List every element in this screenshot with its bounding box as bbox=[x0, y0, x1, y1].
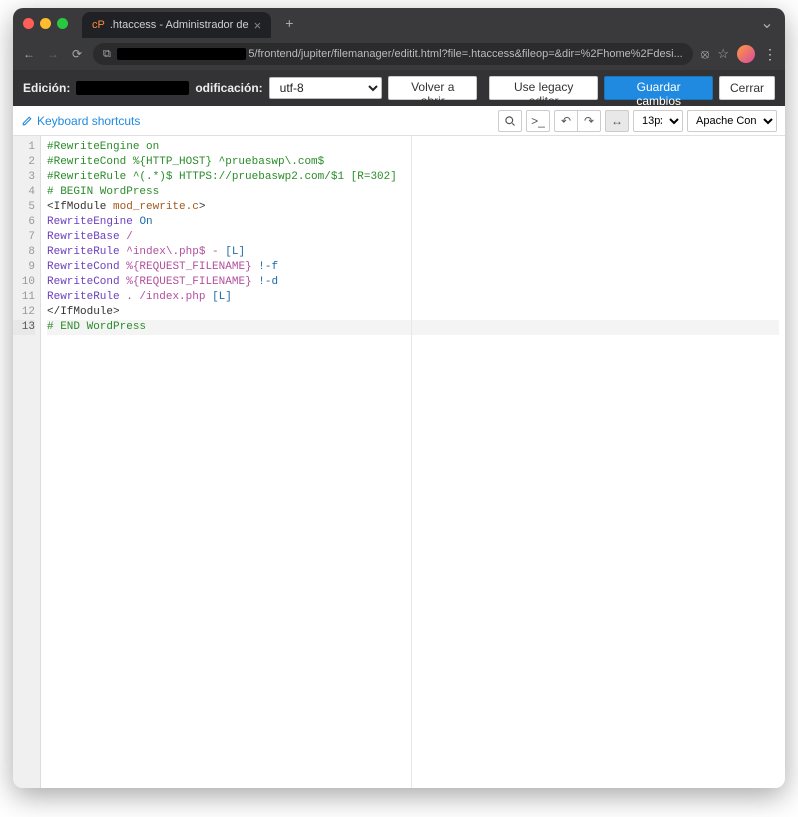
browser-toolbar: ← → ⟳ ⧉ 5/frontend/jupiter/filemanager/e… bbox=[13, 38, 785, 70]
line-number: 7 bbox=[13, 230, 35, 245]
bookmark-star-icon[interactable]: ☆ bbox=[717, 46, 729, 62]
cpanel-favicon-icon: cP bbox=[92, 19, 105, 31]
line-number: 10 bbox=[13, 275, 35, 290]
line-number: 9 bbox=[13, 260, 35, 275]
codificacion-label: odificación: bbox=[195, 81, 262, 95]
edicion-label: Edición: bbox=[23, 81, 70, 95]
reopen-button[interactable]: Volver a abrir bbox=[388, 76, 477, 100]
code-line[interactable]: RewriteEngine On bbox=[47, 215, 779, 230]
code-line[interactable]: # END WordPress bbox=[47, 320, 779, 335]
code-line[interactable]: RewriteRule . /index.php [L] bbox=[47, 290, 779, 305]
window-close-icon[interactable] bbox=[23, 18, 34, 29]
code-line[interactable]: #RewriteEngine on bbox=[47, 140, 779, 155]
line-number: 12 bbox=[13, 305, 35, 320]
site-info-icon[interactable]: ⧉ bbox=[103, 48, 111, 61]
tab-close-icon[interactable]: × bbox=[254, 18, 262, 33]
edit-icon bbox=[21, 115, 33, 127]
code-line[interactable]: #RewriteRule ^(.*)$ HTTPS://pruebaswp2.c… bbox=[47, 170, 779, 185]
line-number: 6 bbox=[13, 215, 35, 230]
browser-tab[interactable]: cP .htaccess - Administrador de × bbox=[82, 12, 271, 38]
browser-menu-icon[interactable]: ⋮ bbox=[763, 46, 777, 63]
save-button[interactable]: Guardar cambios bbox=[604, 76, 713, 100]
line-number: 5 bbox=[13, 200, 35, 215]
code-line[interactable]: RewriteCond %{REQUEST_FILENAME} !-f bbox=[47, 260, 779, 275]
line-number: 11 bbox=[13, 290, 35, 305]
code-editor[interactable]: 12345678910111213 #RewriteEngine on#Rewr… bbox=[13, 136, 785, 788]
console-icon[interactable]: >_ bbox=[526, 110, 550, 132]
search-icon[interactable] bbox=[498, 110, 522, 132]
tab-title: .htaccess - Administrador de bbox=[110, 19, 249, 31]
line-number: 3 bbox=[13, 170, 35, 185]
keyboard-shortcuts-link[interactable]: Keyboard shortcuts bbox=[21, 114, 140, 128]
profile-avatar-icon[interactable] bbox=[737, 45, 755, 63]
redo-icon[interactable]: ↷ bbox=[577, 110, 601, 132]
browser-window: cP .htaccess - Administrador de × + ⌄ ← … bbox=[13, 8, 785, 788]
line-number: 1 bbox=[13, 140, 35, 155]
new-tab-icon[interactable]: + bbox=[285, 15, 293, 31]
line-number: 8 bbox=[13, 245, 35, 260]
chevron-down-icon[interactable]: ⌄ bbox=[759, 13, 775, 33]
legacy-editor-button[interactable]: Use legacy editor bbox=[489, 76, 598, 100]
code-area[interactable]: #RewriteEngine on#RewriteCond %{HTTP_HOS… bbox=[41, 136, 785, 788]
line-number: 13 bbox=[13, 320, 35, 335]
code-line[interactable]: #RewriteCond %{HTTP_HOST} ^pruebaswp\.co… bbox=[47, 155, 779, 170]
print-margin-line bbox=[411, 136, 412, 788]
code-line[interactable]: <IfModule mod_rewrite.c> bbox=[47, 200, 779, 215]
url-path: 5/frontend/jupiter/filemanager/editit.ht… bbox=[248, 48, 682, 60]
line-number-gutter: 12345678910111213 bbox=[13, 136, 41, 788]
editor-appbar: Edición: odificación: utf-8 Volver a abr… bbox=[13, 70, 785, 106]
syntax-mode-select[interactable]: Apache Conf bbox=[687, 110, 777, 132]
redacted-path bbox=[76, 81, 189, 95]
wrap-toggle-icon[interactable]: ↔ bbox=[605, 110, 629, 132]
close-button[interactable]: Cerrar bbox=[719, 76, 775, 100]
back-icon[interactable]: ← bbox=[21, 47, 37, 61]
code-line[interactable]: RewriteCond %{REQUEST_FILENAME} !-d bbox=[47, 275, 779, 290]
window-minimize-icon[interactable] bbox=[40, 18, 51, 29]
forward-icon[interactable]: → bbox=[45, 47, 61, 61]
code-line[interactable]: # BEGIN WordPress bbox=[47, 185, 779, 200]
window-maximize-icon[interactable] bbox=[57, 18, 68, 29]
reload-icon[interactable]: ⟳ bbox=[69, 47, 85, 61]
undo-icon[interactable]: ↶ bbox=[554, 110, 578, 132]
line-number: 4 bbox=[13, 185, 35, 200]
window-titlebar: cP .htaccess - Administrador de × + ⌄ bbox=[13, 8, 785, 38]
code-line[interactable]: RewriteRule ^index\.php$ - [L] bbox=[47, 245, 779, 260]
font-size-select[interactable]: 13px bbox=[633, 110, 683, 132]
code-line[interactable]: RewriteBase / bbox=[47, 230, 779, 245]
code-line[interactable]: </IfModule> bbox=[47, 305, 779, 320]
address-bar[interactable]: ⧉ 5/frontend/jupiter/filemanager/editit.… bbox=[93, 43, 693, 65]
line-number: 2 bbox=[13, 155, 35, 170]
encoding-select[interactable]: utf-8 bbox=[269, 77, 383, 99]
redacted-host bbox=[117, 48, 246, 60]
translate-icon[interactable]: ⦻ bbox=[701, 46, 710, 62]
editor-toolbar: Keyboard shortcuts >_ ↶ ↷ ↔ 13px Apache … bbox=[13, 106, 785, 136]
undo-redo-group: ↶ ↷ bbox=[554, 110, 601, 132]
